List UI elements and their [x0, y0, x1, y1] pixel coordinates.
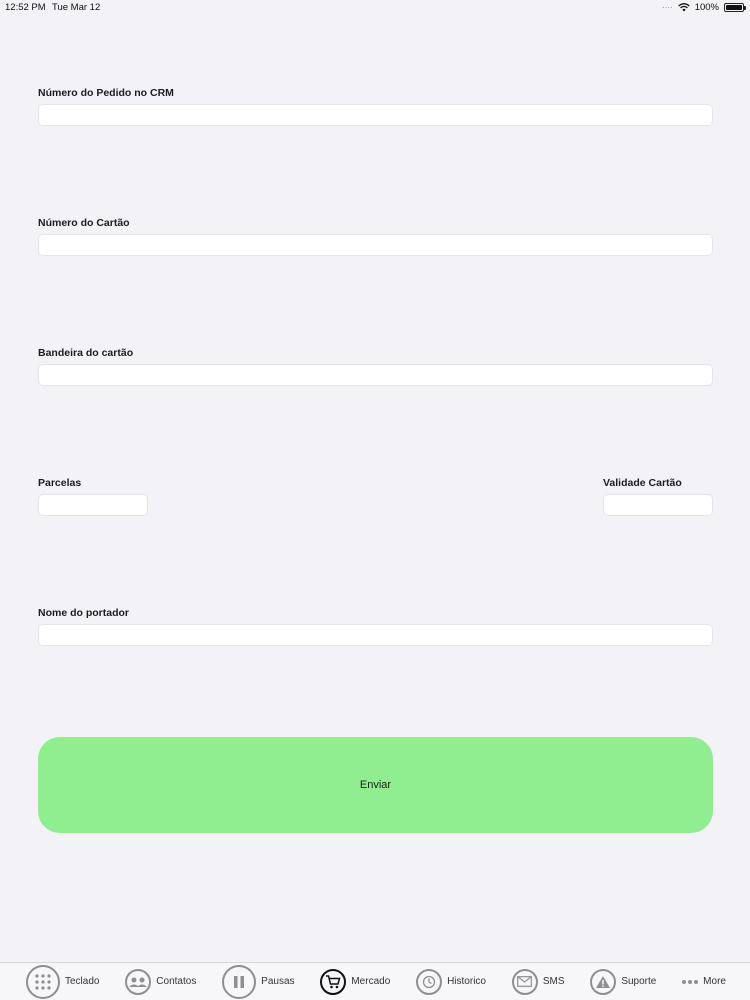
tab-label: SMS — [542, 976, 565, 987]
pause-icon — [222, 964, 257, 999]
status-date: Tue Mar 12 — [52, 2, 101, 13]
cart-icon — [320, 968, 347, 995]
status-time: 12:52 PM — [5, 2, 46, 13]
card-expiry-label: Validade Cartão — [603, 477, 682, 489]
order-number-input[interactable] — [38, 104, 713, 126]
tab-label: Contatos — [156, 976, 197, 987]
tab-label: Teclado — [65, 976, 100, 987]
signal-dots-icon: ···· — [662, 3, 673, 12]
history-icon — [416, 968, 443, 995]
tab-contatos[interactable]: Contatos — [125, 968, 197, 995]
status-right: ···· 100% — [662, 2, 746, 13]
keypad-icon — [26, 964, 60, 999]
holder-name-label: Nome do portador — [38, 607, 129, 619]
warning-icon — [590, 968, 617, 995]
tab-label: More — [703, 976, 726, 987]
battery-percent: 100% — [694, 2, 719, 13]
tab-historico[interactable]: Historico — [416, 968, 486, 995]
envelope-icon — [511, 968, 538, 995]
tab-suporte[interactable]: Suporte — [590, 968, 657, 995]
tab-label: Historico — [447, 976, 486, 987]
card-expiry-input[interactable] — [603, 494, 713, 516]
tab-sms[interactable]: SMS — [511, 968, 565, 995]
tab-bar: Teclado Contatos Pausas Mercado Historic… — [0, 962, 750, 1000]
card-brand-input[interactable] — [38, 364, 713, 386]
card-brand-label: Bandeira do cartão — [38, 347, 134, 359]
tab-pausas[interactable]: Pausas — [222, 964, 295, 999]
holder-name-input[interactable] — [38, 624, 713, 646]
order-number-label: Número do Pedido no CRM — [38, 87, 174, 99]
tab-label: Suporte — [621, 976, 657, 987]
card-number-input[interactable] — [38, 234, 713, 256]
tab-teclado[interactable]: Teclado — [26, 964, 100, 999]
submit-button[interactable]: Enviar — [38, 737, 713, 833]
card-number-label: Número do Cartão — [38, 217, 130, 229]
battery-icon — [724, 3, 746, 12]
more-icon — [682, 979, 699, 984]
status-bar: 12:52 PM Tue Mar 12 ···· 100% — [0, 0, 750, 16]
battery-fill — [726, 5, 742, 10]
tab-more[interactable]: More — [682, 976, 726, 987]
installments-input[interactable] — [38, 494, 148, 516]
tab-mercado[interactable]: Mercado — [320, 968, 391, 995]
contacts-icon — [125, 968, 152, 995]
tab-label: Pausas — [261, 976, 295, 987]
wifi-icon — [678, 3, 690, 12]
installments-label: Parcelas — [38, 477, 82, 489]
tab-label: Mercado — [351, 976, 391, 987]
